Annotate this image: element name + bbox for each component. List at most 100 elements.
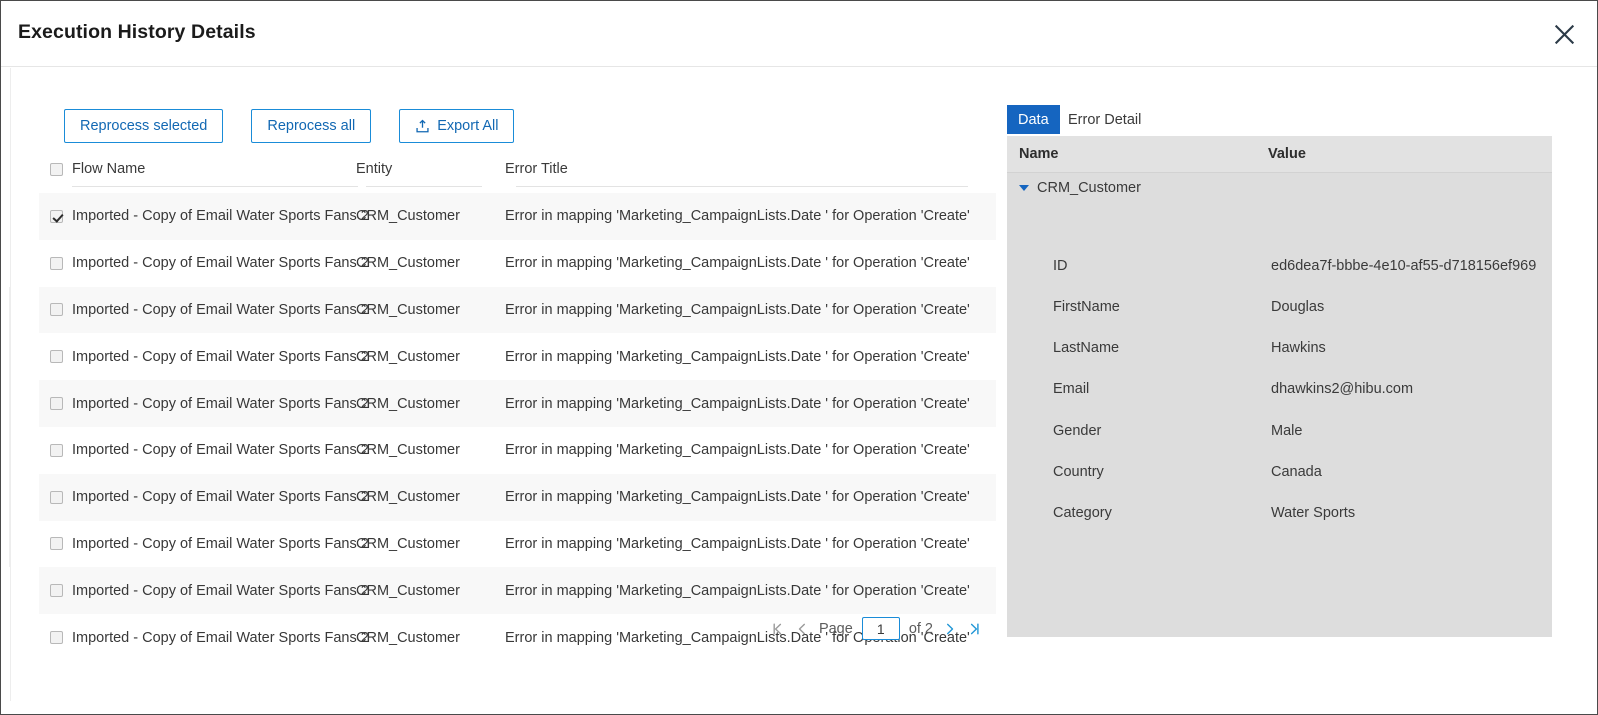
chevron-down-icon[interactable]: [1019, 185, 1029, 191]
cell-flow-name: Imported - Copy of Email Water Sports Fa…: [72, 442, 369, 459]
cell-error-title: Error in mapping 'Marketing_CampaignList…: [505, 395, 970, 412]
reprocess-selected-button[interactable]: Reprocess selected: [64, 109, 224, 143]
column-header-flow-name[interactable]: Flow Name: [72, 161, 145, 177]
detail-field-name: Gender: [1053, 423, 1102, 439]
table-row[interactable]: Imported - Copy of Email Water Sports Fa…: [39, 426, 996, 474]
row-select-checkbox[interactable]: [50, 521, 63, 568]
cell-error-title: Error in mapping 'Marketing_CampaignList…: [505, 255, 970, 272]
detail-root-node[interactable]: CRM_Customer: [1019, 180, 1141, 196]
cell-error-title: Error in mapping 'Marketing_CampaignList…: [505, 208, 970, 225]
row-select-checkbox[interactable]: [50, 287, 63, 334]
page-count-label: of 2: [908, 620, 933, 637]
table-row[interactable]: Imported - Copy of Email Water Sports Fa…: [39, 333, 996, 381]
detail-field-value: Male: [1271, 423, 1303, 439]
detail-grid-header: Name Value: [1007, 136, 1552, 173]
detail-field-name: ID: [1053, 258, 1068, 274]
column-divider-error-title: [516, 186, 968, 187]
table-row[interactable]: Imported - Copy of Email Water Sports Fa…: [39, 567, 996, 615]
previous-page-icon[interactable]: [794, 619, 810, 639]
detail-field-name: Country: [1053, 464, 1104, 480]
column-divider-flow-name: [72, 186, 358, 187]
cell-flow-name: Imported - Copy of Email Water Sports Fa…: [72, 582, 369, 599]
row-select-checkbox-box: [50, 584, 63, 598]
cell-error-title: Error in mapping 'Marketing_CampaignList…: [505, 348, 970, 365]
detail-field-value: Douglas: [1271, 299, 1325, 315]
row-select-checkbox[interactable]: [50, 614, 63, 661]
error-table: Flow Name Entity Error Title Imported - …: [39, 156, 996, 661]
first-page-icon[interactable]: [769, 619, 785, 639]
close-glyph: [1554, 24, 1574, 44]
detail-column-header-name: Name: [1019, 146, 1059, 162]
reprocess-all-label: Reprocess all: [267, 118, 356, 134]
pagination: Page of 2: [769, 617, 983, 640]
table-row[interactable]: Imported - Copy of Email Water Sports Fa…: [39, 239, 996, 287]
cell-entity: CRM_Customer: [356, 629, 460, 646]
table-header-row: Flow Name Entity Error Title: [39, 156, 996, 193]
row-select-checkbox-box: [50, 490, 63, 504]
detail-root-node-label: CRM_Customer: [1037, 180, 1141, 196]
table-body: Imported - Copy of Email Water Sports Fa…: [39, 193, 996, 661]
row-select-checkbox[interactable]: [50, 193, 63, 240]
toolbar: Reprocess selected Reprocess all Export …: [64, 109, 515, 143]
dialog-titlebar: Execution History Details: [1, 1, 1597, 67]
row-select-checkbox-box: [50, 631, 63, 645]
cell-error-title: Error in mapping 'Marketing_CampaignList…: [505, 442, 970, 459]
cell-flow-name: Imported - Copy of Email Water Sports Fa…: [72, 629, 369, 646]
next-page-icon[interactable]: [942, 619, 958, 639]
reprocess-selected-label: Reprocess selected: [80, 118, 208, 134]
detail-field-row: Gender Male: [1007, 423, 1552, 464]
row-select-checkbox[interactable]: [50, 427, 63, 474]
table-row[interactable]: Imported - Copy of Email Water Sports Fa…: [39, 380, 996, 427]
column-header-error-title[interactable]: Error Title: [505, 161, 568, 177]
table-row[interactable]: Imported - Copy of Email Water Sports Fa…: [39, 473, 996, 521]
row-select-checkbox-box: [50, 443, 63, 457]
cell-flow-name: Imported - Copy of Email Water Sports Fa…: [72, 301, 369, 318]
cell-entity: CRM_Customer: [356, 208, 460, 225]
export-all-button[interactable]: Export All: [399, 109, 515, 143]
cell-flow-name: Imported - Copy of Email Water Sports Fa…: [72, 535, 369, 552]
select-all-checkbox-box: [50, 163, 63, 176]
error-list-pane: Reprocess selected Reprocess all Export …: [10, 68, 996, 701]
close-icon[interactable]: [1547, 17, 1581, 51]
row-select-checkbox-box: [50, 209, 63, 223]
page-title: Execution History Details: [18, 21, 256, 43]
detail-field-name: FirstName: [1053, 299, 1120, 315]
row-select-checkbox[interactable]: [50, 567, 63, 614]
detail-field-row: LastName Hawkins: [1007, 340, 1552, 381]
cell-entity: CRM_Customer: [356, 582, 460, 599]
tab-data[interactable]: Data: [1007, 105, 1060, 134]
select-all-checkbox[interactable]: [50, 163, 63, 181]
detail-field-row: FirstName Douglas: [1007, 299, 1552, 340]
last-page-icon[interactable]: [967, 619, 983, 639]
cell-entity: CRM_Customer: [356, 535, 460, 552]
row-select-checkbox[interactable]: [50, 474, 63, 521]
detail-tabs: Data Error Detail: [1007, 105, 1552, 137]
cell-error-title: Error in mapping 'Marketing_CampaignList…: [505, 489, 970, 506]
detail-field-value: Hawkins: [1271, 340, 1326, 356]
row-select-checkbox-box: [50, 397, 63, 411]
detail-column-header-value: Value: [1268, 146, 1306, 162]
detail-field-row: ID ed6dea7f-bbbe-4e10-af55-d718156ef969: [1007, 258, 1552, 299]
row-select-checkbox[interactable]: [50, 240, 63, 287]
reprocess-all-button[interactable]: Reprocess all: [251, 109, 372, 143]
page-number-input[interactable]: [861, 617, 900, 640]
column-header-entity[interactable]: Entity: [356, 161, 392, 177]
cell-error-title: Error in mapping 'Marketing_CampaignList…: [505, 535, 970, 552]
detail-field-row: Category Water Sports: [1007, 505, 1552, 546]
cell-error-title: Error in mapping 'Marketing_CampaignList…: [505, 301, 970, 318]
detail-pane: Data Error Detail Name Value CRM_Custome…: [1007, 105, 1552, 637]
row-select-checkbox[interactable]: [50, 333, 63, 380]
row-select-checkbox[interactable]: [50, 380, 63, 427]
detail-grid: Name Value CRM_Customer ID ed6dea7f-bbbe-…: [1007, 136, 1552, 637]
row-select-checkbox-box: [50, 350, 63, 364]
tab-error-detail[interactable]: Error Detail: [1057, 105, 1152, 134]
table-row[interactable]: Imported - Copy of Email Water Sports Fa…: [39, 193, 996, 240]
detail-field-value: Canada: [1271, 464, 1322, 480]
detail-field-name: Email: [1053, 381, 1090, 397]
detail-field-name: Category: [1053, 505, 1112, 521]
cell-flow-name: Imported - Copy of Email Water Sports Fa…: [72, 489, 369, 506]
row-select-checkbox-box: [50, 303, 63, 317]
table-row[interactable]: Imported - Copy of Email Water Sports Fa…: [39, 286, 996, 334]
cell-flow-name: Imported - Copy of Email Water Sports Fa…: [72, 208, 369, 225]
table-row[interactable]: Imported - Copy of Email Water Sports Fa…: [39, 520, 996, 568]
